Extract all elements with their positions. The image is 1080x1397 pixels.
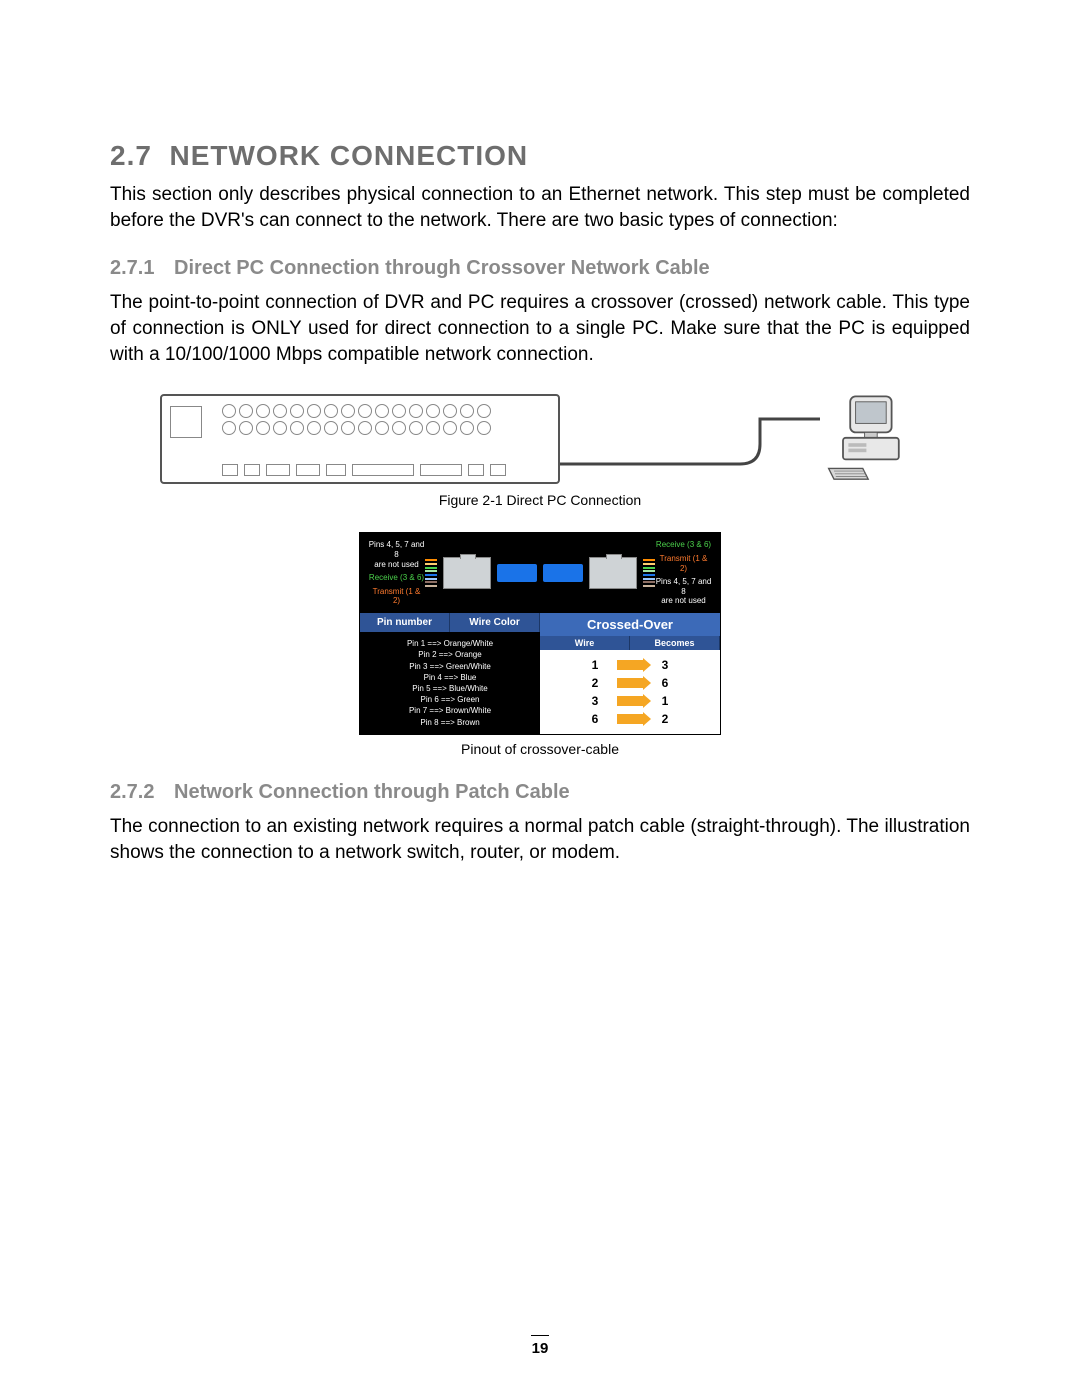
- subsection-2-title: Network Connection through Patch Cable: [174, 781, 570, 803]
- wire-header: Wire: [540, 636, 630, 650]
- pin-row: Pin 5 ==> Blue/White: [368, 683, 532, 694]
- desktop-pc-icon: [820, 391, 920, 486]
- section-number: 2.7: [110, 140, 152, 171]
- crossover-cable-icon: [560, 409, 820, 469]
- arrow-icon: [617, 696, 643, 706]
- pinout-right-tx: Transmit (1 & 2): [655, 554, 712, 573]
- subsection-2-body: The connection to an existing network re…: [110, 814, 970, 865]
- pin-row: Pin 8 ==> Brown: [368, 717, 532, 728]
- subsection-1-title: Direct PC Connection through Crossover N…: [174, 257, 710, 279]
- page-number: 19: [0, 1335, 1080, 1357]
- pin-row: Pin 7 ==> Brown/White: [368, 705, 532, 716]
- figure-1-caption: Figure 2-1 Direct PC Connection: [110, 492, 970, 508]
- pin-row: Pin 2 ==> Orange: [368, 649, 532, 660]
- crossed-over-header: Crossed-Over: [540, 613, 720, 636]
- pin-row: Pin 1 ==> Orange/White: [368, 638, 532, 649]
- crossover-map: 13 26 31 62: [540, 650, 720, 734]
- arrow-icon: [617, 714, 643, 724]
- pinout-left-notused: Pins 4, 5, 7 and 8are not used: [368, 540, 425, 569]
- pin-row: Pin 4 ==> Blue: [368, 672, 532, 683]
- subsection-2-heading: 2.7.2 Network Connection through Patch C…: [110, 781, 970, 804]
- pin-row: Pin 6 ==> Green: [368, 694, 532, 705]
- rj45-connectors-icon: [425, 557, 655, 589]
- subsection-1-heading: 2.7.1 Direct PC Connection through Cross…: [110, 257, 970, 280]
- section-heading: 2.7 NETWORK CONNECTION: [110, 140, 970, 172]
- dvr-back-panel-icon: [160, 394, 560, 484]
- pinout-right-notused: Pins 4, 5, 7 and 8are not used: [655, 577, 712, 606]
- subsection-2-number: 2.7.2: [110, 781, 154, 803]
- wire-color-header: Wire Color: [450, 613, 540, 632]
- pinout-left-rx: Receive (3 & 6): [368, 573, 425, 583]
- figure-direct-pc-connection: Figure 2-1 Direct PC Connection: [110, 391, 970, 508]
- pin-list: Pin 1 ==> Orange/White Pin 2 ==> Orange …: [360, 632, 540, 734]
- pinout-left-tx: Transmit (1 & 2): [368, 587, 425, 606]
- subsection-1-number: 2.7.1: [110, 257, 154, 279]
- section-intro: This section only describes physical con…: [110, 182, 970, 233]
- arrow-icon: [617, 678, 643, 688]
- pin-number-header: Pin number: [360, 613, 450, 632]
- figure-pinout: Pins 4, 5, 7 and 8are not used Receive (…: [110, 532, 970, 757]
- pin-row: Pin 3 ==> Green/White: [368, 661, 532, 672]
- section-title-text: NETWORK CONNECTION: [170, 140, 529, 171]
- pinout-caption: Pinout of crossover-cable: [110, 741, 970, 757]
- pinout-right-rx: Receive (3 & 6): [655, 540, 712, 550]
- subsection-1-body: The point-to-point connection of DVR and…: [110, 290, 970, 367]
- arrow-icon: [617, 660, 643, 670]
- becomes-header: Becomes: [630, 636, 720, 650]
